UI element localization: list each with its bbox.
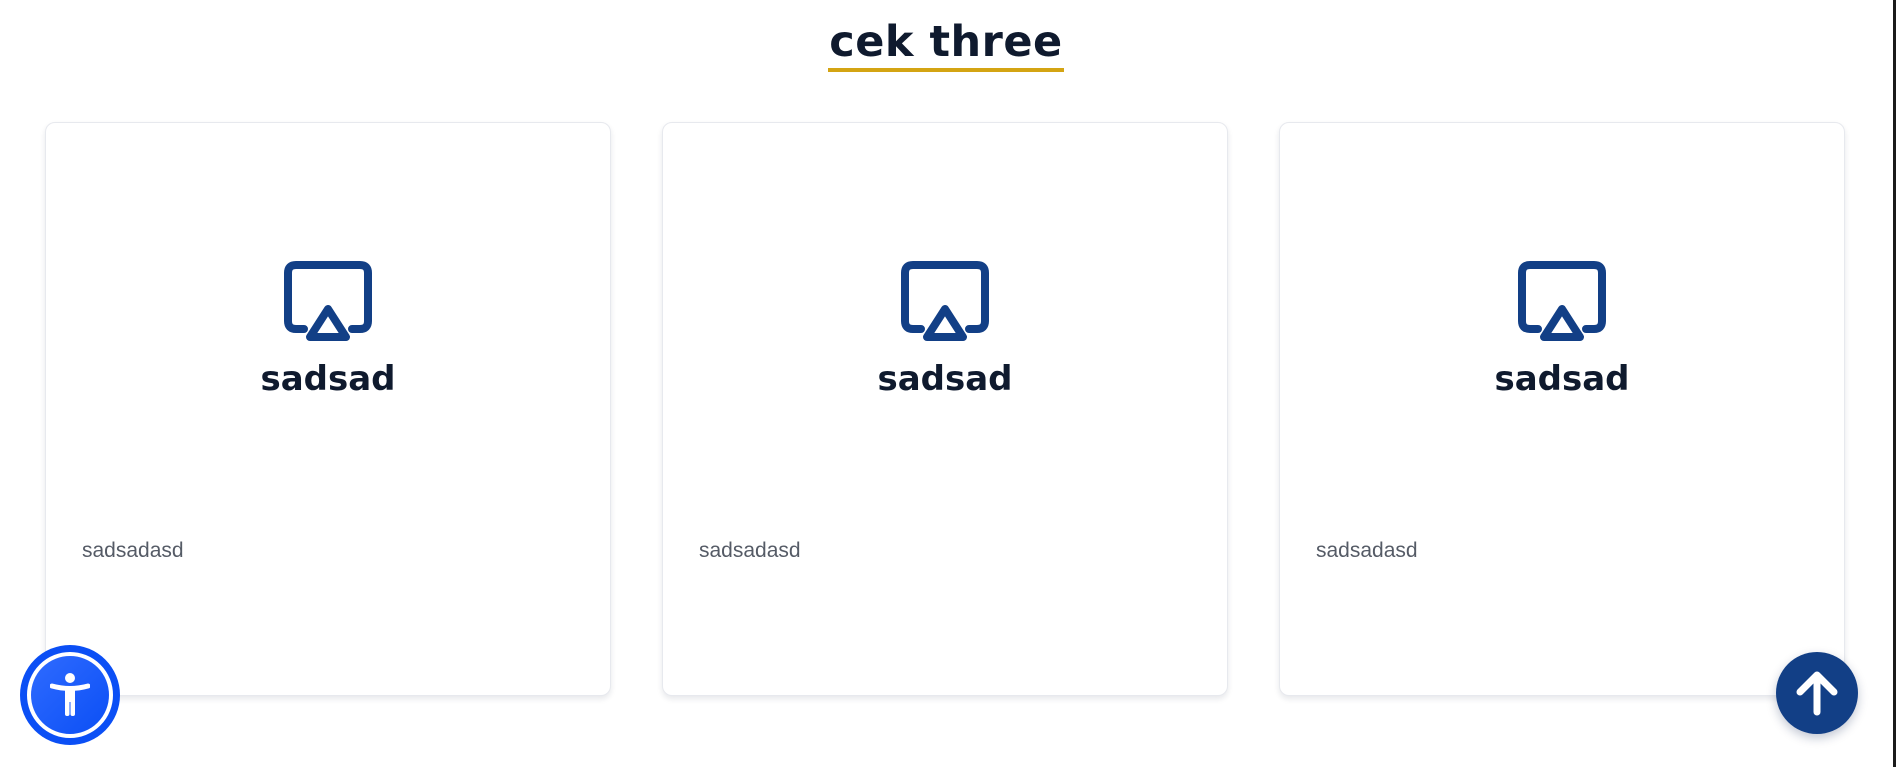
section-title: cek three [828, 16, 1064, 72]
card-title: sadsad [1494, 359, 1630, 399]
card-text: sadsadasd [699, 539, 801, 562]
card-text: sadsadasd [82, 539, 184, 562]
airplay-icon [284, 261, 372, 341]
accessibility-button-ring [27, 652, 113, 738]
page: cek three sadsad sadsadasd sadsad sadsad… [0, 0, 1896, 767]
feature-card: sadsad sadsadasd [45, 122, 611, 696]
airplay-icon [901, 261, 989, 341]
accessibility-button[interactable] [20, 645, 120, 745]
airplay-icon [1518, 261, 1606, 341]
arrow-up-icon [1796, 671, 1838, 716]
card-text: sadsadasd [1316, 539, 1418, 562]
feature-card: sadsad sadsadasd [1279, 122, 1845, 696]
card-title: sadsad [877, 359, 1013, 399]
section-header: cek three [0, 16, 1892, 72]
accessibility-person-icon [50, 673, 90, 716]
card-title: sadsad [260, 359, 396, 399]
scroll-to-top-button[interactable] [1776, 652, 1858, 734]
feature-card: sadsad sadsadasd [662, 122, 1228, 696]
